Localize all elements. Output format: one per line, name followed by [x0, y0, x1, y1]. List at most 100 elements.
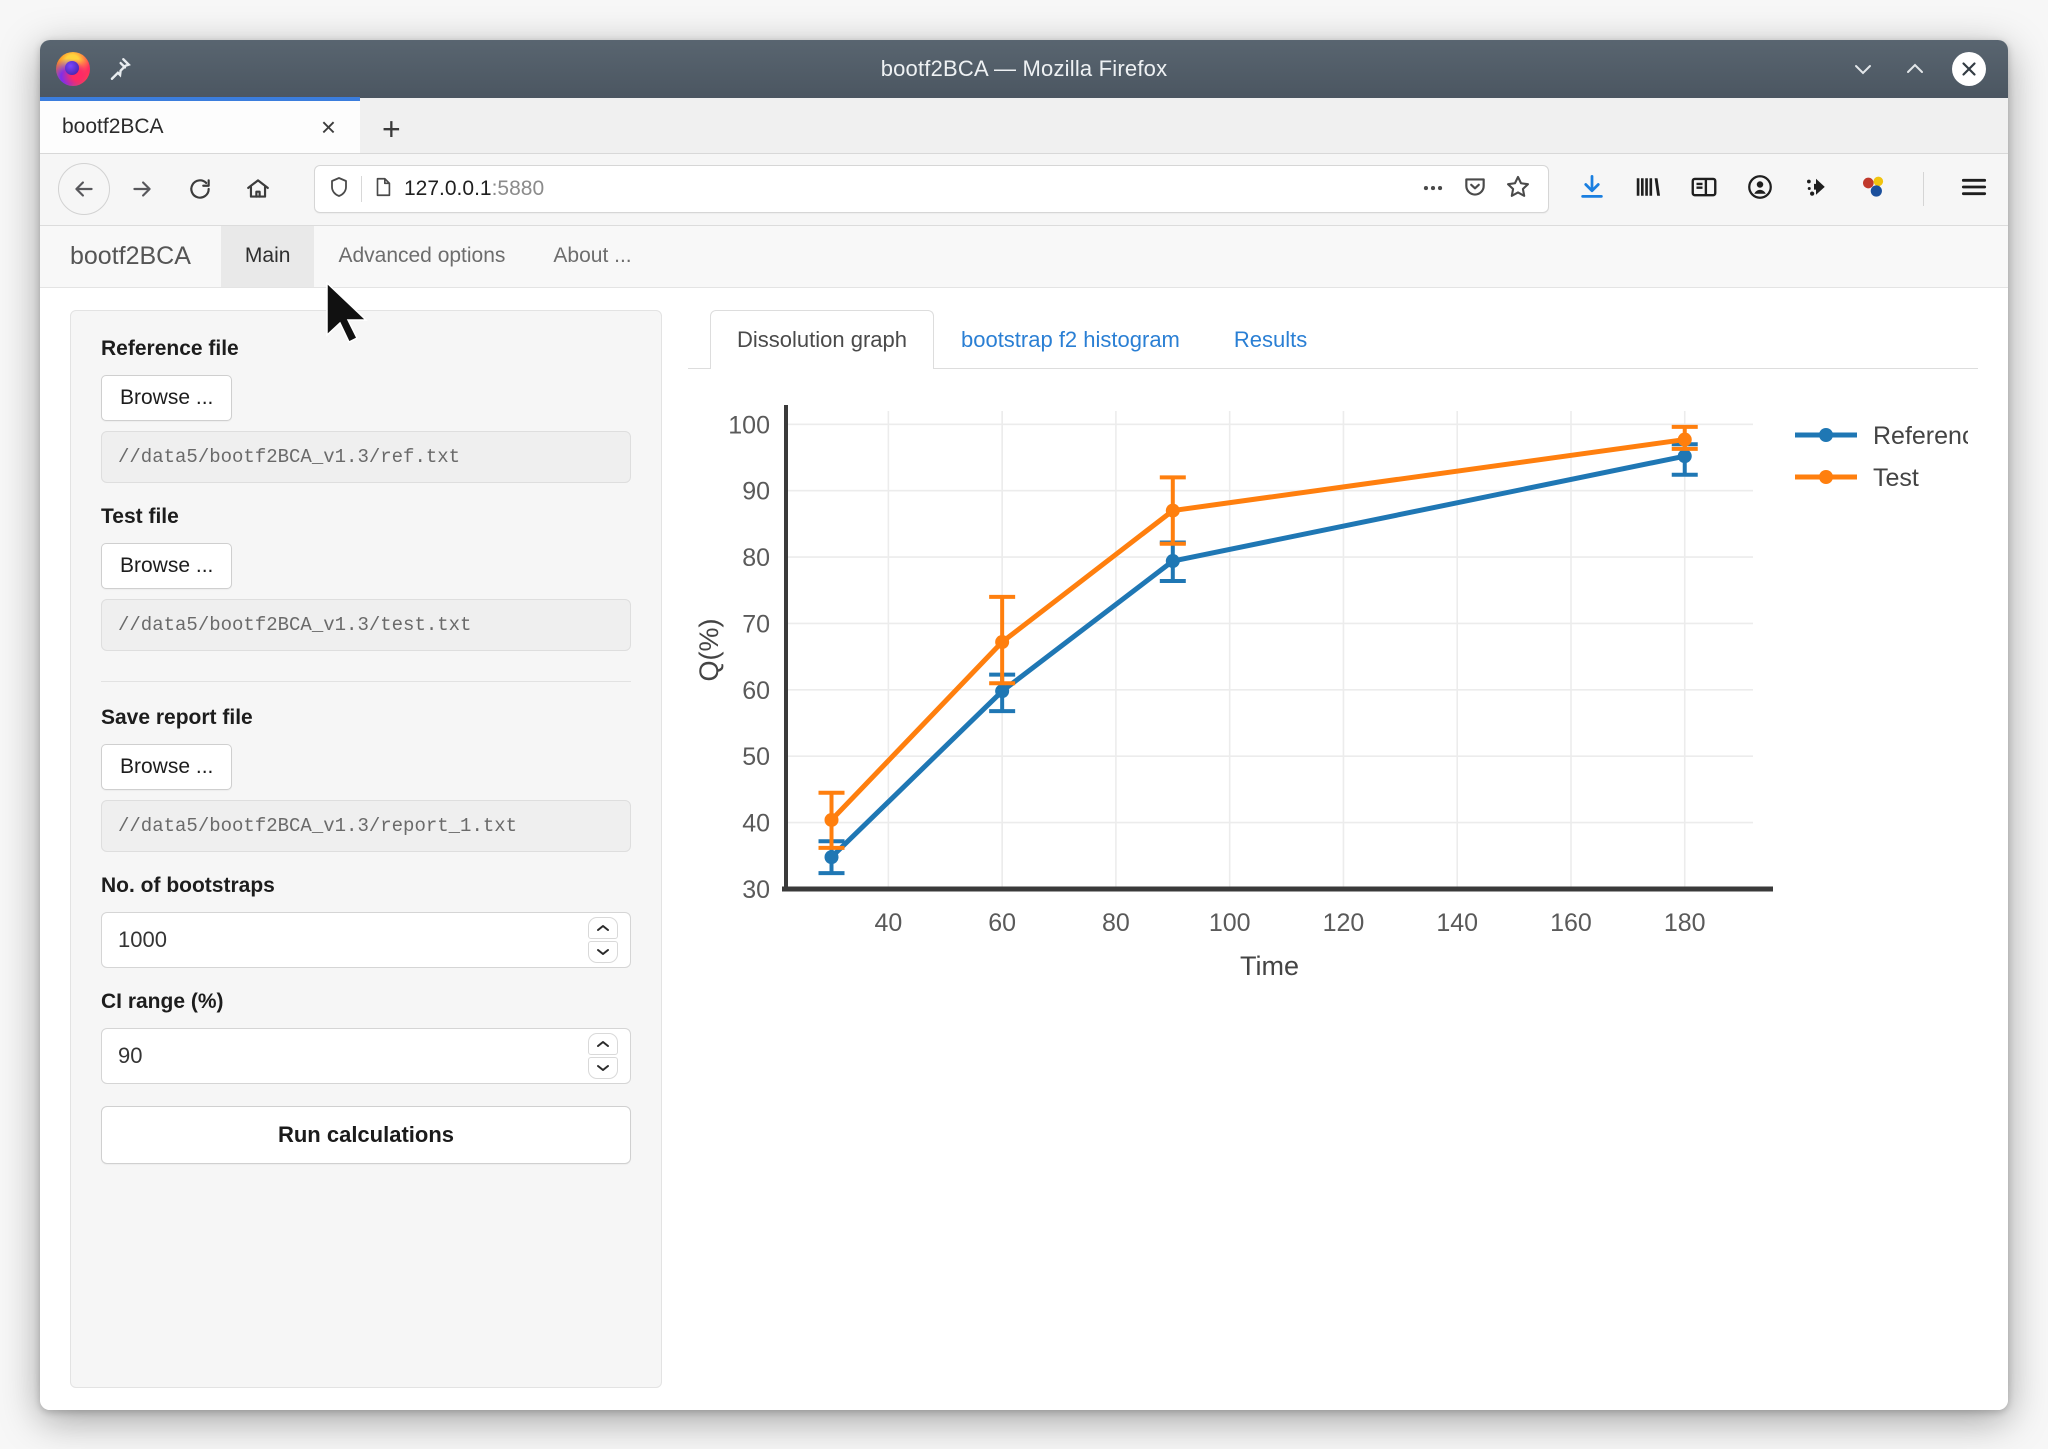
pocket-icon[interactable]	[1462, 174, 1488, 205]
svg-text:40: 40	[742, 809, 770, 837]
window-title: bootf2BCA — Mozilla Firefox	[880, 55, 1168, 81]
svg-text:40: 40	[874, 909, 902, 937]
tab-bootstrap-f2-histogram[interactable]: bootstrap f2 histogram	[934, 310, 1207, 369]
app-body: Reference file Browse ... //data5/bootf2…	[40, 288, 2008, 1410]
hamburger-menu-icon[interactable]	[1958, 171, 1990, 208]
browser-tab-label: bootf2BCA	[62, 114, 164, 138]
tab-results[interactable]: Results	[1207, 310, 1334, 369]
tab-close-icon[interactable]: ×	[315, 114, 342, 140]
ci-range-increment-icon[interactable]	[588, 1032, 618, 1055]
settings-sidebar: Reference file Browse ... //data5/bootf2…	[70, 309, 662, 1388]
url-host: 127.0.0.1	[404, 177, 492, 200]
panel-tabs: Dissolution graph bootstrap f2 histogram…	[688, 309, 1978, 369]
ci-range-value: 90	[118, 1042, 143, 1068]
test-file-path[interactable]: //data5/bootf2BCA_v1.3/test.txt	[101, 598, 631, 651]
maximize-button[interactable]	[1900, 54, 1930, 84]
svg-text:160: 160	[1550, 909, 1592, 937]
bookmark-star-icon[interactable]	[1504, 173, 1532, 206]
svg-text:Reference: Reference	[1873, 422, 1968, 450]
bootstraps-value: 1000	[118, 926, 167, 952]
page-icon	[372, 176, 394, 203]
new-tab-button[interactable]: +	[360, 113, 423, 145]
bootstraps-label: No. of bootstraps	[101, 873, 275, 897]
browser-window: bootf2BCA — Mozilla Firefox bootf2BCA × …	[40, 39, 2008, 1410]
library-icon[interactable]	[1633, 172, 1663, 207]
bootstraps-decrement-icon[interactable]	[588, 940, 618, 963]
svg-text:100: 100	[1209, 909, 1251, 937]
app-nav-item-main[interactable]: Main	[220, 225, 315, 287]
save-report-path[interactable]: //data5/bootf2BCA_v1.3/report_1.txt	[101, 799, 631, 852]
window-controls	[1848, 51, 2008, 86]
bootstraps-stepper[interactable]	[588, 916, 618, 963]
svg-text:60: 60	[988, 909, 1016, 937]
tab-dissolution-graph[interactable]: Dissolution graph	[710, 309, 934, 369]
browser-tabstrip: bootf2BCA × +	[40, 96, 2008, 154]
reference-file-label: Reference file	[101, 336, 239, 360]
save-report-browse-button[interactable]: Browse ...	[101, 743, 233, 790]
svg-text:70: 70	[742, 610, 770, 638]
ci-range-decrement-icon[interactable]	[588, 1056, 618, 1079]
dissolution-chart-svg: 30 40 50 60 70 80 90 100 40 60 80 100 120 140 160 180 Ti…	[694, 404, 1968, 981]
url-right-icons	[1420, 173, 1536, 206]
app-nav-item-about[interactable]: About ...	[529, 226, 655, 287]
svg-text:120: 120	[1323, 909, 1365, 937]
reference-browse-button[interactable]: Browse ...	[101, 374, 233, 421]
svg-text:80: 80	[742, 544, 770, 572]
main-panel: Dissolution graph bootstrap f2 histogram…	[688, 309, 1978, 1388]
sidebar-divider	[101, 680, 631, 682]
svg-text:180: 180	[1664, 909, 1706, 937]
run-calculations-button[interactable]: Run calculations	[101, 1105, 631, 1164]
svg-text:Q(%): Q(%)	[694, 618, 724, 681]
app-navbar: bootf2BCA Main Advanced options About ..…	[40, 225, 2008, 288]
url-text[interactable]: 127.0.0.1:5880	[404, 177, 1410, 201]
ci-range-input[interactable]: 90	[101, 1027, 631, 1084]
svg-text:Test: Test	[1873, 464, 1919, 492]
forward-icon[interactable]	[116, 163, 168, 215]
url-bar[interactable]: 127.0.0.1:5880	[314, 165, 1549, 213]
titlebar-left-icons	[40, 51, 132, 86]
molecule-icon[interactable]	[1857, 171, 1889, 208]
svg-text:80: 80	[1102, 909, 1130, 937]
dissolution-chart: 30 40 50 60 70 80 90 100 40 60 80 100 120 140 160 180 Ti…	[688, 369, 1978, 1388]
ci-range-group: CI range (%) 90	[101, 990, 631, 1084]
account-icon[interactable]	[1745, 172, 1775, 207]
ellipsis-icon[interactable]	[1420, 174, 1446, 205]
url-port: :5880	[491, 177, 545, 200]
reference-file-path[interactable]: //data5/bootf2BCA_v1.3/ref.txt	[101, 430, 631, 483]
extension-icon[interactable]	[1801, 172, 1831, 207]
svg-text:Time: Time	[1240, 951, 1299, 981]
test-file-group: Test file Browse ... //data5/bootf2BCA_v…	[101, 505, 631, 651]
svg-text:30: 30	[742, 876, 770, 904]
app-brand[interactable]: bootf2BCA	[40, 226, 221, 287]
minimize-button[interactable]	[1848, 54, 1878, 84]
test-file-label: Test file	[101, 504, 179, 528]
url-divider	[361, 176, 362, 202]
bootstraps-group: No. of bootstraps 1000	[101, 874, 631, 968]
shield-icon[interactable]	[327, 175, 351, 204]
svg-text:60: 60	[742, 676, 770, 704]
bootstraps-increment-icon[interactable]	[588, 916, 618, 939]
reload-icon[interactable]	[174, 163, 226, 215]
svg-text:50: 50	[742, 743, 770, 771]
window-titlebar: bootf2BCA — Mozilla Firefox	[40, 39, 2008, 98]
browser-navbar: 127.0.0.1:5880	[40, 153, 2008, 343]
close-button[interactable]	[1952, 51, 1986, 86]
svg-text:90: 90	[742, 477, 770, 505]
app-nav-item-advanced-options[interactable]: Advanced options	[314, 226, 529, 287]
firefox-logo-icon	[56, 51, 90, 86]
bootstraps-input[interactable]: 1000	[101, 911, 631, 968]
save-report-group: Save report file Browse ... //data5/boot…	[101, 706, 631, 852]
test-browse-button[interactable]: Browse ...	[101, 542, 233, 589]
home-icon[interactable]	[232, 163, 284, 215]
browser-tab[interactable]: bootf2BCA ×	[40, 96, 360, 153]
back-icon[interactable]	[58, 163, 110, 215]
svg-text:100: 100	[728, 411, 770, 439]
browser-toolbar-icons	[1569, 171, 1990, 208]
ci-range-label: CI range (%)	[101, 989, 224, 1013]
downloads-icon[interactable]	[1577, 172, 1607, 207]
ci-range-stepper[interactable]	[588, 1032, 618, 1079]
toolbar-divider	[1923, 172, 1924, 206]
sidebar-icon[interactable]	[1689, 172, 1719, 207]
pin-icon[interactable]	[106, 56, 132, 82]
app-content: bootf2BCA Main Advanced options About ..…	[40, 225, 2008, 1410]
